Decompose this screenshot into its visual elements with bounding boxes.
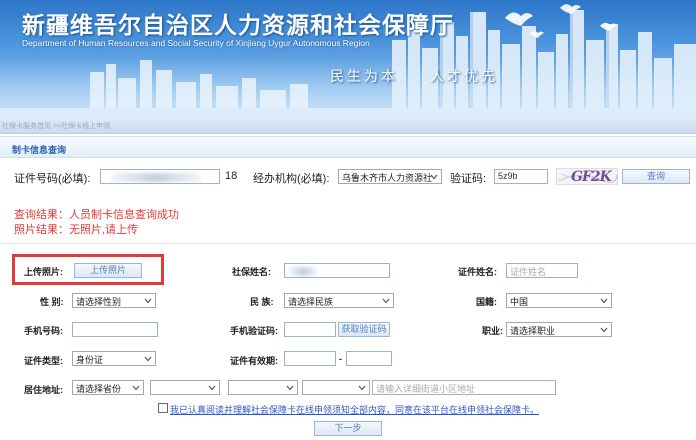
section-header: 制卡信息查询	[0, 136, 696, 158]
query-result-text: 查询结果：人员制卡信息查询成功	[14, 209, 179, 221]
occupation-select[interactable]: 请选择职业	[506, 322, 612, 337]
site-title-english: Department of Human Resources and Social…	[22, 38, 370, 48]
si-name-label: 社保姓名:	[232, 267, 271, 277]
upload-photo-label: 上传照片:	[24, 267, 63, 277]
agreement-checkbox[interactable]	[158, 403, 168, 413]
site-title: 新疆维吾尔自治区人力资源和社会保障厅	[22, 12, 454, 38]
address-label: 居住地址:	[24, 385, 63, 395]
next-step-button[interactable]: 下一步	[314, 421, 382, 436]
slogan-talent: 人才优先	[430, 69, 498, 85]
cert-validity-label: 证件有效期:	[230, 356, 278, 366]
gender-select-value: 请选择性别	[76, 297, 122, 307]
ethnic-label: 民 族:	[250, 297, 274, 307]
validity-separator: -	[339, 354, 342, 364]
province-select-value: 请选择省份	[76, 384, 122, 394]
cert-type-select[interactable]: 身份证	[72, 351, 156, 366]
ethnic-select-value: 请选择民族	[288, 297, 334, 307]
occupation-select-value: 请选择职业	[510, 326, 556, 336]
chevron-down-icon	[144, 298, 152, 304]
redacted-name	[289, 267, 317, 276]
chevron-down-icon	[430, 174, 438, 180]
cert-type-label: 证件类型:	[24, 356, 63, 366]
nationality-select[interactable]: 中国	[506, 293, 612, 308]
id-number-input[interactable]	[100, 169, 220, 184]
occupation-label: 职业:	[482, 326, 503, 336]
slogan-people: 民生为本	[330, 69, 398, 85]
validity-start-input[interactable]	[284, 351, 336, 366]
chevron-down-icon	[286, 385, 294, 391]
gender-label: 性 别:	[40, 297, 64, 307]
nationality-label: 国籍:	[476, 297, 497, 307]
chevron-down-icon	[382, 298, 390, 304]
street-select[interactable]	[302, 380, 370, 395]
redacted-id-number	[111, 173, 201, 182]
id-number-label: 证件号码(必填):	[14, 173, 91, 185]
captcha-text: GF2K	[571, 169, 612, 185]
chevron-down-icon	[358, 385, 366, 391]
captcha-input[interactable]: 5z9b	[494, 169, 548, 184]
validity-end-input[interactable]	[346, 351, 392, 366]
address-detail-input[interactable]: 请输入详细街道小区地址	[372, 380, 556, 395]
agreement-link[interactable]: 我已认真阅读并理解社会保障卡在线申领须知全部内容，同意在该平台在线申领社会保障卡…	[170, 403, 539, 416]
phone-input[interactable]	[72, 322, 158, 337]
query-button[interactable]: 查询	[622, 169, 690, 184]
divider	[0, 243, 696, 244]
captcha-image[interactable]: GF2K	[556, 168, 618, 185]
upload-photo-button[interactable]: 上传照片	[74, 263, 142, 278]
cert-name-input[interactable]: 证件姓名	[506, 263, 578, 278]
province-select[interactable]: 请选择省份	[72, 380, 144, 395]
breadcrumb-bar: 社保卡服务首页 >>社保卡线上申领	[0, 118, 696, 134]
city-select[interactable]	[150, 380, 220, 395]
captcha-label: 验证码:	[450, 173, 487, 185]
si-name-input[interactable]	[284, 263, 390, 278]
cert-name-label: 证件姓名:	[458, 267, 497, 277]
chevron-down-icon	[600, 327, 608, 333]
sms-code-label: 手机验证码:	[230, 326, 278, 336]
agency-label: 经办机构(必填):	[253, 173, 330, 185]
get-sms-code-button[interactable]: 获取验证码	[338, 322, 390, 337]
cert-type-select-value: 身份证	[76, 355, 104, 365]
chevron-down-icon	[144, 356, 152, 362]
page: 新疆维吾尔自治区人力资源和社会保障厅 Department of Human R…	[0, 0, 696, 440]
agency-select-value: 乌鲁木齐市人力资源社	[342, 173, 433, 183]
breadcrumb[interactable]: 社保卡服务首页 >>社保卡线上申领	[2, 121, 110, 131]
phone-label: 手机号码:	[24, 326, 63, 336]
agency-select[interactable]: 乌鲁木齐市人力资源社	[338, 169, 442, 184]
nationality-select-value: 中国	[510, 297, 529, 307]
id-number-suffix: 18	[225, 170, 238, 182]
chevron-down-icon	[132, 385, 140, 391]
sms-code-input[interactable]	[284, 322, 336, 337]
district-select[interactable]	[228, 380, 298, 395]
site-banner: 新疆维吾尔自治区人力资源和社会保障厅 Department of Human R…	[0, 0, 696, 118]
ethnic-select[interactable]: 请选择民族	[284, 293, 394, 308]
photo-result-text: 照片结果：无照片,请上传	[14, 224, 139, 236]
section-title: 制卡信息查询	[12, 145, 67, 155]
gender-select[interactable]: 请选择性别	[72, 293, 156, 308]
chevron-down-icon	[208, 385, 216, 391]
chevron-down-icon	[600, 298, 608, 304]
